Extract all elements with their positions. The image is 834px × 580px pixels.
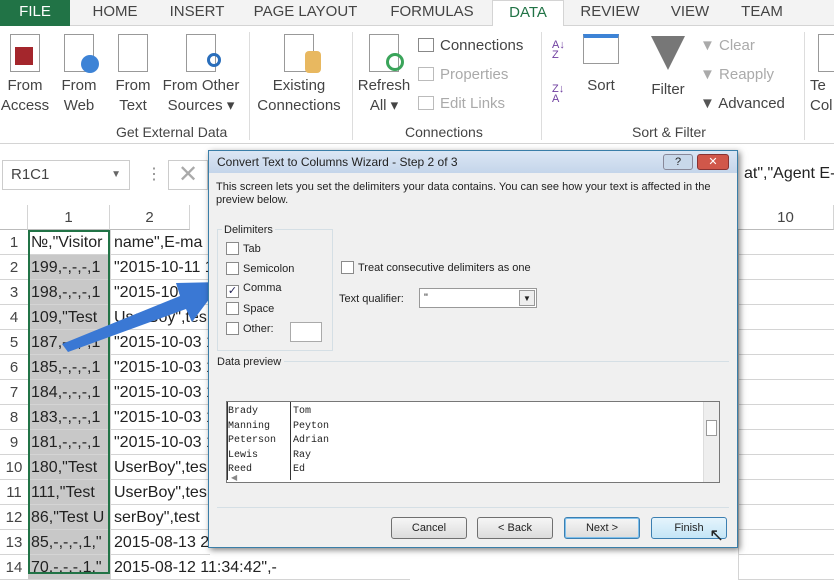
preview-cell: Manning: [228, 420, 271, 432]
preview-row: Reed Ed: [228, 463, 329, 478]
data-preview-label: Data preview: [217, 356, 285, 368]
chevron-down-icon: ▼: [519, 290, 535, 306]
preview-cell: Ed: [293, 464, 306, 475]
checkbox[interactable]: [226, 322, 239, 335]
other-delimiter-input[interactable]: [290, 322, 322, 342]
dialog-title-text: Convert Text to Columns Wizard - Step 2 …: [217, 155, 458, 169]
preview-cell: Brady: [228, 406, 259, 417]
next-button[interactable]: Next >: [564, 517, 640, 539]
text-qualifier-label: Text qualifier:: [339, 293, 404, 305]
preview-cell: Reed: [228, 464, 253, 475]
data-preview-box[interactable]: Brady Tom Manning Peyton Peterson Adrian Lewis…: [226, 401, 720, 483]
checkbox[interactable]: [226, 242, 239, 255]
preview-cell: Peyton: [293, 420, 330, 432]
checkbox[interactable]: [226, 302, 239, 315]
checkbox[interactable]: [341, 261, 354, 274]
arrow-icon: [62, 282, 222, 352]
vertical-scrollbar[interactable]: [703, 402, 719, 482]
divider: [217, 507, 729, 508]
selected-value: ": [424, 292, 428, 304]
delimiter-semicolon-checkbox[interactable]: Semicolon: [226, 262, 294, 275]
mouse-cursor-icon: ↖: [709, 525, 725, 545]
delimiters-group: Delimiters Tab Semicolon ✓ Comma Space Other:: [217, 224, 333, 351]
preview-cell: Adrian: [293, 435, 330, 446]
preview-cell: Ray: [293, 449, 312, 461]
preview-cell: Peterson: [228, 435, 277, 446]
label: Other:: [243, 323, 274, 335]
back-button[interactable]: < Back: [477, 517, 553, 539]
text-to-columns-dialog: Convert Text to Columns Wizard - Step 2 …: [208, 150, 738, 548]
delimiter-tab-checkbox[interactable]: Tab: [226, 242, 261, 255]
checkbox[interactable]: ✓: [226, 285, 239, 298]
preview-row: Brady Tom: [228, 405, 329, 420]
checkbox[interactable]: [226, 262, 239, 275]
label: Comma: [243, 282, 282, 294]
label: Tab: [243, 243, 261, 255]
dialog-title: Convert Text to Columns Wizard - Step 2 …: [209, 151, 737, 173]
delimiter-space-checkbox[interactable]: Space: [226, 302, 274, 315]
help-button[interactable]: ?: [663, 154, 693, 170]
close-button[interactable]: ✕: [697, 154, 729, 170]
preview-row: Peterson Adrian: [228, 434, 329, 449]
preview-cell: Tom: [293, 406, 312, 417]
label: Semicolon: [243, 263, 295, 275]
label: Space: [243, 303, 275, 315]
preview-row: Manning Peyton: [228, 420, 329, 435]
text-qualifier-select[interactable]: " ▼: [419, 288, 537, 308]
delimiter-comma-checkbox[interactable]: ✓ Comma: [226, 282, 282, 298]
scroll-left-icon[interactable]: ◀: [231, 473, 237, 482]
preview-row: Lewis Ray: [228, 449, 329, 464]
delimiter-other-checkbox[interactable]: Other:: [226, 322, 274, 335]
delimiters-label: Delimiters: [222, 224, 275, 236]
treat-consecutive-checkbox[interactable]: Treat consecutive delimiters as one: [341, 261, 531, 274]
scrollbar-thumb[interactable]: [706, 420, 717, 436]
preview-cell: Lewis: [228, 449, 259, 461]
cancel-button[interactable]: Cancel: [391, 517, 467, 539]
dialog-intro: This screen lets you set the delimiters …: [216, 181, 711, 206]
label: Treat consecutive delimiters as one: [358, 262, 531, 274]
